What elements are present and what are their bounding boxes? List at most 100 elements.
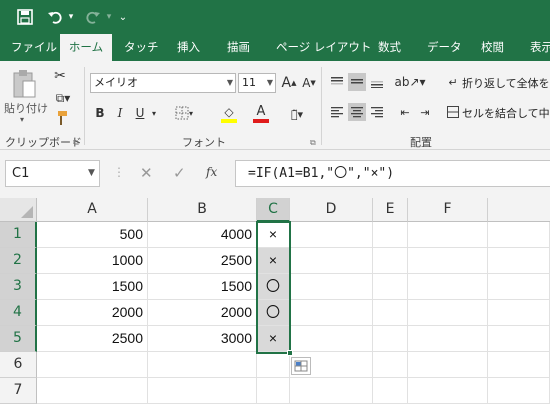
column-header-b[interactable]: B: [148, 198, 257, 222]
cell-b6[interactable]: [148, 352, 257, 378]
cell-f2[interactable]: [408, 248, 488, 274]
cell-b7[interactable]: [148, 378, 257, 404]
cell-g7[interactable]: [488, 378, 550, 404]
save-icon[interactable]: [14, 6, 36, 28]
decrease-indent-icon[interactable]: ⇤: [396, 103, 414, 121]
fill-color-button[interactable]: ◇: [214, 103, 244, 125]
copy-icon[interactable]: ⧉▾: [50, 89, 76, 107]
paste-dropdown-icon[interactable]: ▾: [20, 115, 24, 124]
cell-b3[interactable]: 1500: [148, 274, 257, 300]
cell-e3[interactable]: [373, 274, 408, 300]
italic-button[interactable]: I: [112, 103, 128, 123]
cell-d7[interactable]: [290, 378, 373, 404]
cell-c6[interactable]: [257, 352, 290, 378]
cell-g1[interactable]: [488, 222, 550, 248]
cell-d2[interactable]: [290, 248, 373, 274]
cell-f7[interactable]: [408, 378, 488, 404]
tab-page-layout[interactable]: ページ レイアウト: [276, 34, 371, 61]
align-middle-button[interactable]: [348, 73, 366, 91]
cell-f3[interactable]: [408, 274, 488, 300]
row-header[interactable]: 3: [0, 274, 37, 300]
cell-b5[interactable]: 3000: [148, 326, 257, 352]
cell-f6[interactable]: [408, 352, 488, 378]
cell-e6[interactable]: [373, 352, 408, 378]
cell-c5[interactable]: ×: [257, 326, 290, 352]
row-header[interactable]: 5: [0, 326, 37, 352]
redo-icon[interactable]: [82, 6, 104, 28]
cell-e2[interactable]: [373, 248, 408, 274]
cell-f4[interactable]: [408, 300, 488, 326]
customize-icon[interactable]: ⌄: [116, 6, 130, 28]
cell-d3[interactable]: [290, 274, 373, 300]
cell-a1[interactable]: 500: [37, 222, 148, 248]
paste-button[interactable]: 貼り付け: [4, 100, 48, 116]
phonetic-button[interactable]: ア̃▾: [282, 103, 312, 125]
row-header[interactable]: 4: [0, 300, 37, 326]
select-all-corner[interactable]: [0, 198, 37, 222]
tab-touch[interactable]: タッチ: [124, 34, 159, 61]
tab-file[interactable]: ファイル: [11, 34, 57, 61]
cell-a2[interactable]: 1000: [37, 248, 148, 274]
align-top-button[interactable]: [328, 73, 346, 91]
cell-g6[interactable]: [488, 352, 550, 378]
column-header-e[interactable]: E: [373, 198, 408, 222]
cell-b4[interactable]: 2000: [148, 300, 257, 326]
cell-c3[interactable]: 〇: [257, 274, 290, 300]
cell-f1[interactable]: [408, 222, 488, 248]
cell-c7[interactable]: [257, 378, 290, 404]
cell-a5[interactable]: 2500: [37, 326, 148, 352]
merge-center-button[interactable]: セルを結合して中央: [462, 105, 550, 121]
row-header[interactable]: 7: [0, 378, 37, 404]
column-header-d[interactable]: D: [290, 198, 373, 222]
cell-a7[interactable]: [37, 378, 148, 404]
cancel-icon[interactable]: ✕: [140, 164, 153, 182]
undo-dropdown-icon[interactable]: ▾: [66, 6, 76, 28]
row-header[interactable]: 6: [0, 352, 37, 378]
cell-e4[interactable]: [373, 300, 408, 326]
font-size-combo[interactable]: 11 ▼: [238, 73, 276, 93]
column-header-a[interactable]: A: [37, 198, 148, 222]
cell-c1[interactable]: ×: [257, 222, 290, 248]
cell-d5[interactable]: [290, 326, 373, 352]
tab-view[interactable]: 表示: [530, 34, 550, 61]
cell-b2[interactable]: 2500: [148, 248, 257, 274]
cell-c4[interactable]: 〇: [257, 300, 290, 326]
cell-g5[interactable]: [488, 326, 550, 352]
shrink-font-button[interactable]: A ▼: [300, 73, 318, 93]
underline-button[interactable]: U: [132, 103, 148, 123]
grow-font-button[interactable]: A ▲: [280, 73, 298, 93]
formula-input[interactable]: =IF(A1=B1,"〇","×"): [235, 160, 550, 187]
paste-icon[interactable]: [6, 67, 42, 101]
orientation-button[interactable]: ab↗▾: [394, 73, 425, 91]
row-header[interactable]: 1: [0, 222, 37, 248]
cell-b1[interactable]: 4000: [148, 222, 257, 248]
tab-review[interactable]: 校閲: [481, 34, 504, 61]
tab-formulas[interactable]: 数式: [378, 34, 401, 61]
cell-d1[interactable]: [290, 222, 373, 248]
underline-dropdown-icon[interactable]: ▾: [149, 103, 159, 123]
align-center-button[interactable]: [348, 103, 366, 121]
cell-e1[interactable]: [373, 222, 408, 248]
bold-button[interactable]: B: [92, 103, 108, 123]
cell-f5[interactable]: [408, 326, 488, 352]
cell-e7[interactable]: [373, 378, 408, 404]
enter-icon[interactable]: ✓: [173, 164, 186, 182]
increase-indent-icon[interactable]: ⇥: [416, 103, 434, 121]
cut-icon[interactable]: ✂: [50, 67, 70, 85]
column-header-f[interactable]: F: [408, 198, 488, 222]
row-header[interactable]: 2: [0, 248, 37, 274]
column-header-c[interactable]: C: [257, 198, 290, 222]
wrap-text-button[interactable]: 折り返して全体を表: [462, 75, 550, 91]
font-color-button[interactable]: A: [247, 103, 275, 125]
cell-e5[interactable]: [373, 326, 408, 352]
cell-c2[interactable]: ×: [257, 248, 290, 274]
cell-d4[interactable]: [290, 300, 373, 326]
tab-draw[interactable]: 描画: [227, 34, 250, 61]
align-bottom-button[interactable]: [368, 73, 386, 91]
name-box[interactable]: C1: [5, 160, 100, 187]
redo-dropdown-icon[interactable]: ▾: [104, 6, 114, 28]
fill-handle[interactable]: [287, 350, 293, 356]
cell-a4[interactable]: 2000: [37, 300, 148, 326]
align-right-button[interactable]: [368, 103, 386, 121]
font-launcher-icon[interactable]: ⧉: [310, 138, 316, 148]
